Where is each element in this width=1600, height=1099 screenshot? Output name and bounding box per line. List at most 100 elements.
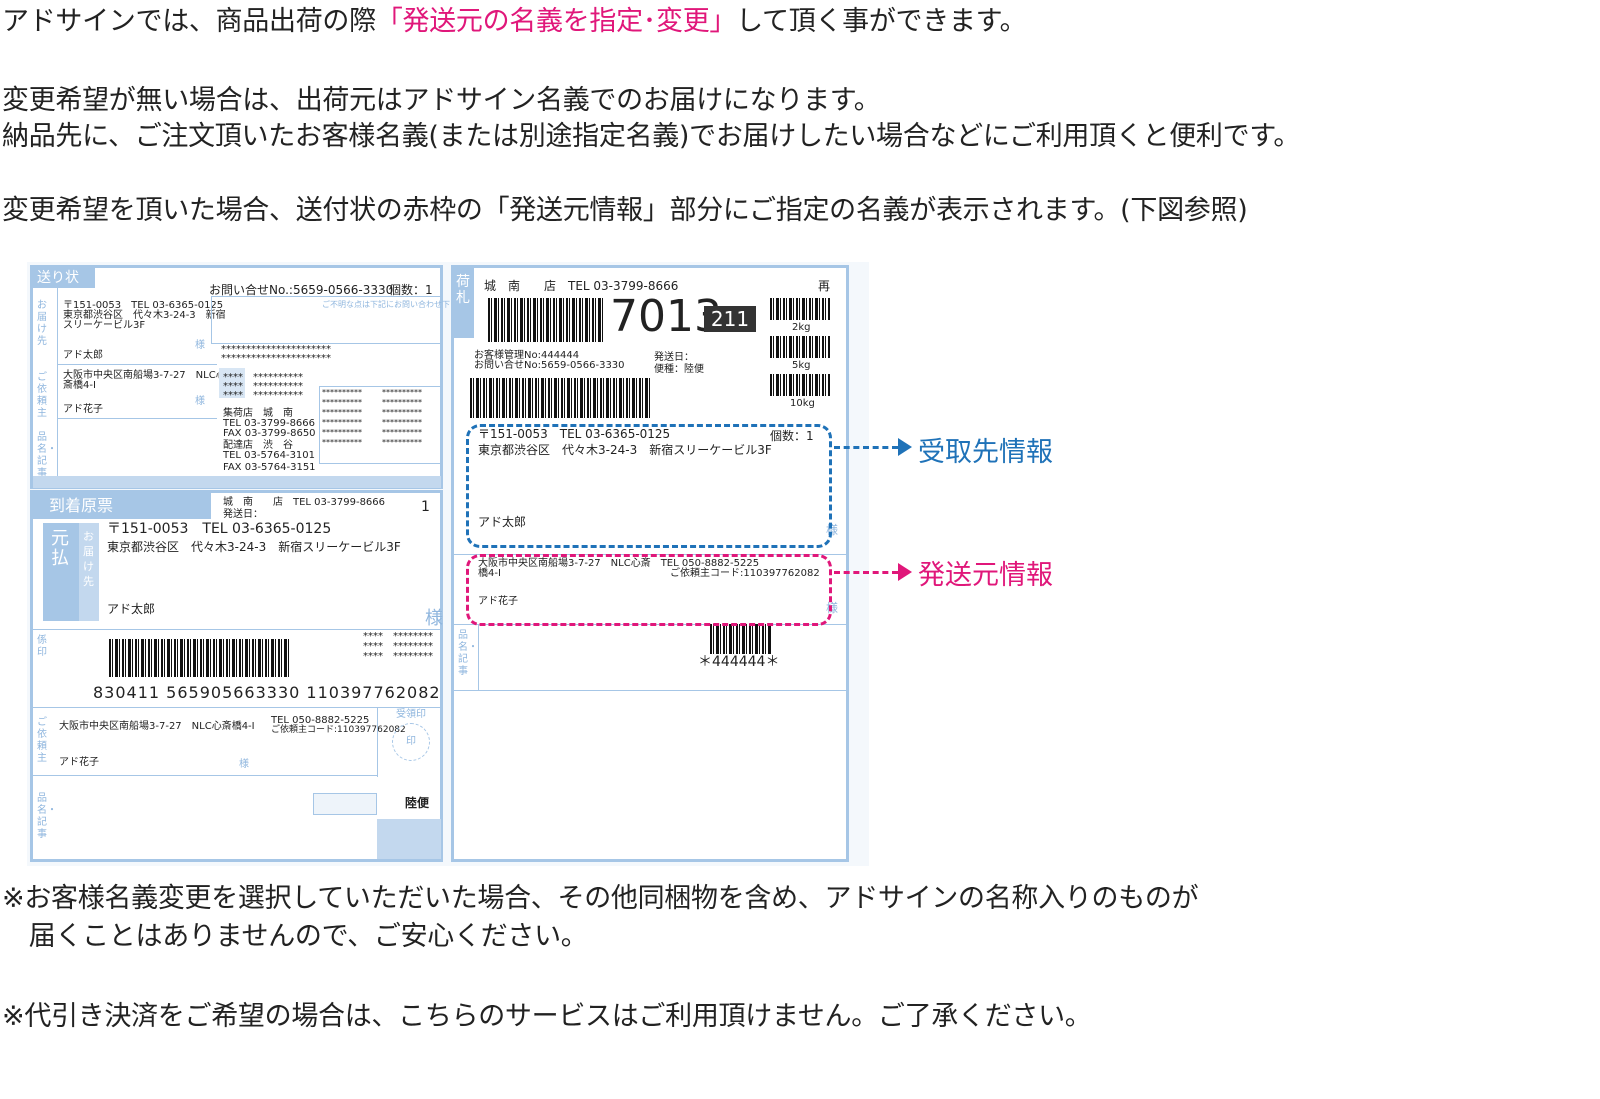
receiver-highlight-box (466, 424, 832, 548)
arrival-sender-sama: 様 (239, 759, 249, 770)
invoice-top-box: ご不明な点は下記にお問い合わせ下さい (211, 296, 466, 344)
invoice-divider-2 (57, 418, 217, 419)
invoice-stars-5: **** ********** (223, 390, 303, 401)
tag-barcode-3 (710, 624, 772, 654)
invoice-stars-2: ********************** (221, 353, 331, 364)
arrival-barcode-number: 830411 565905663330 110397762082 (93, 683, 441, 702)
invoice-side-from: ご依頼主 (37, 372, 47, 419)
tag-re: 再 (818, 279, 831, 293)
arrival-ship-date: 発送日： (223, 509, 263, 520)
invoice-grid: ********** ********** ********** *******… (319, 386, 441, 464)
arrival-side-check: 係印 (37, 635, 47, 658)
arrival-sender-name: アド花子 (59, 757, 99, 768)
arrival-empty-box (313, 793, 377, 815)
tag-inquiry-no: お問い合せNo:5659-0566-3330 (474, 360, 625, 371)
tag-divider-3 (454, 690, 846, 691)
arrival-stamp-mark: 印 (406, 736, 416, 747)
tag-barcode-caption: ＊444444＊ (698, 654, 780, 670)
tag-barcode-1 (488, 298, 604, 342)
intro-highlight: 「発送元の名義を指定･変更」 (375, 6, 737, 37)
arrival-recipient: アド太郎 (107, 602, 156, 616)
sender-arrowhead-icon (898, 563, 912, 581)
invoice-grid-cell: ********** (322, 438, 362, 447)
tag-weight-1: 2kg (792, 322, 811, 333)
arrival-divider-3 (33, 775, 377, 776)
tag-weight-barcode-3 (770, 374, 830, 396)
arrival-tab: 到着原票 (33, 493, 211, 519)
arrival-addr-2: 東京都渋谷区 代々木3-24-3 新宿スリーケービル3F (107, 540, 401, 554)
arrival-side-to: お届け先 (83, 530, 94, 588)
intro-line-1-after: して頂く事ができます。 (736, 6, 1027, 37)
arrival-rikubin: 陸便 (405, 796, 430, 810)
tag-service: 便種：陸便 (654, 364, 704, 375)
invoice-footer-bar (33, 476, 441, 488)
invoice-tab: 送り状 (33, 268, 95, 288)
arrival-form: 到着原票 城 南 店 TEL 03-3799-8666 発送日： 1 元払 お届… (30, 490, 443, 862)
tag-tab: 荷札 (454, 268, 474, 338)
invoice-grid-cell: ********** (382, 398, 422, 407)
arrival-footer-box (377, 819, 441, 859)
arrival-barcode (109, 639, 291, 677)
tag-side-divider (478, 624, 479, 690)
invoice-grid-cell: ********** (382, 438, 422, 447)
invoice-grid-cell: ********** (382, 408, 422, 417)
intro-line-1: アドサインでは、商品出荷の際「発送元の名義を指定･変更」して頂く事ができます。 (2, 3, 1027, 40)
invoice-form: 送り状 お問い合せNo.:5659-0566-3330 個数：1 お届け先 〒1… (30, 265, 466, 489)
arrival-sender-addr: 大阪市中央区南船場3-7-27 NLC心斎橋4-Ⅰ (59, 721, 255, 732)
tag-ship-date: 発送日： (654, 352, 694, 363)
invoice-pickup-fax: FAX 03-3799-8650 (223, 428, 316, 439)
invoice-sender-name: アド花子 (63, 404, 103, 415)
note-1-line-1: ※お客様名義変更を選択していただいた場合、その他同梱物を含め、アドサインの名称入… (2, 883, 1199, 914)
invoice-side-item: 品名・記事 (37, 432, 57, 479)
tag-weight-barcode-2 (770, 336, 830, 358)
arrival-stamp-box: 受領印 印 (377, 707, 442, 777)
invoice-sender-sama: 様 (195, 396, 205, 407)
invoice-sender-addr-2: 斎橋4-Ⅰ (63, 380, 96, 391)
note-2: ※代引き決済をご希望の場合は、こちらのサービスはご利用頂けません。ご了承ください… (2, 1001, 1092, 1032)
tag-code-box: 211 (704, 306, 756, 332)
intro-line-1-before: アドサインでは、商品出荷の際 (2, 6, 376, 37)
tag-weight-3: 10kg (790, 398, 815, 409)
invoice-sama: 様 (195, 340, 205, 351)
invoice-grid-cell: ********** (322, 408, 362, 417)
sender-arrow (834, 571, 898, 574)
arrival-addr-1: 〒151-0053 TEL 03-6365-0125 (107, 521, 332, 537)
arrival-stamp-circle: 印 (392, 723, 430, 761)
arrival-store: 城 南 店 TEL 03-3799-8666 (223, 497, 386, 508)
arrival-count: 1 (421, 499, 430, 515)
invoice-grid-cell: ********** (382, 388, 422, 397)
intro-line-3: 納品先に、ご注文頂いたお客様名義(または別途指定名義)でお届けしたい場合などにご… (2, 121, 1301, 152)
arrival-stars-3: **** ******** (363, 651, 433, 662)
intro-line-4: 変更希望を頂いた場合、送付状の赤枠の「発送元情報」部分にご指定の名義が表示されま… (2, 195, 1248, 226)
arrival-stamp-title: 受領印 (396, 709, 426, 720)
invoice-grid-cell: ********** (322, 398, 362, 407)
arrival-divider-1 (33, 629, 441, 630)
arrival-sama: 様 (425, 608, 443, 629)
sender-label: 発送元情報 (918, 560, 1053, 591)
tag-weight-2: 5kg (792, 360, 811, 371)
arrival-side-item: 品名・記事 (37, 793, 57, 840)
tag-side-item: 品名・記事 (458, 630, 478, 677)
tag-barcode-2 (470, 378, 652, 418)
invoice-grid-cell: ********** (382, 418, 422, 427)
arrival-side-to-bar: お届け先 (79, 523, 99, 621)
invoice-grid-cell: ********** (382, 428, 422, 437)
invoice-grid-cell: ********** (322, 388, 362, 397)
invoice-delivery-fax: FAX 03-5764-3151 (223, 462, 316, 473)
intro-line-2: 変更希望が無い場合は、出荷元はアドサイン名義でのお届けになります。 (2, 85, 881, 116)
invoice-recipient: アド太郎 (63, 350, 103, 361)
receiver-arrow (834, 446, 898, 449)
receiver-arrowhead-icon (898, 438, 912, 456)
invoice-notice: ご不明な点は下記にお問い合わせ下さい (322, 300, 466, 309)
arrival-motobarai-badge: 元払 (43, 523, 79, 621)
invoice-delivery-tel: TEL 03-5764-3101 (223, 450, 316, 461)
receiver-label: 受取先情報 (918, 437, 1053, 468)
arrival-side-from: ご依頼主 (37, 717, 47, 764)
invoice-divider-1 (57, 364, 217, 365)
invoice-side-divider (57, 288, 58, 478)
sender-highlight-box (466, 554, 832, 626)
tag-weight-barcode-1 (770, 298, 830, 320)
note-1-line-2: 届くことはありませんので、ご安心ください。 (2, 921, 588, 952)
invoice-grid-cell: ********** (322, 418, 362, 427)
invoice-grid-cell: ********** (322, 428, 362, 437)
